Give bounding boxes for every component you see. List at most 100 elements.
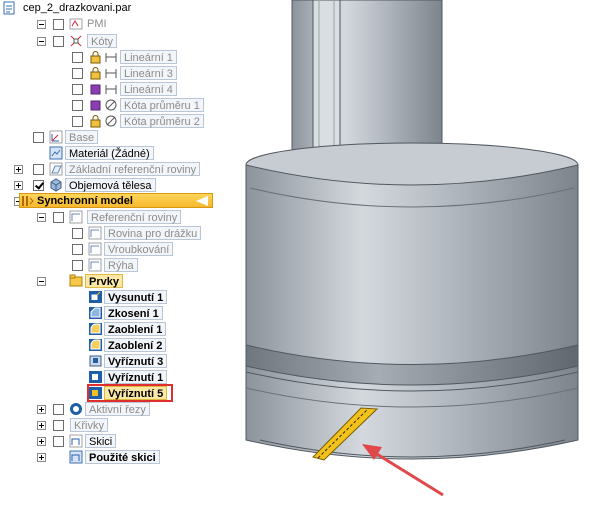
tree-item-dimension[interactable]: Kóta průměru 2 [0,113,230,129]
visibility-checkbox[interactable] [33,164,44,175]
chamfer-icon [89,307,102,319]
tree-item-features[interactable]: Prvky [0,273,200,289]
tree-item-label: Lineární 4 [120,82,177,96]
shaft-slot [312,0,341,160]
reference-plane-icon [49,162,63,176]
visibility-checkbox[interactable] [72,116,83,127]
tree-item-label: Base [65,130,99,144]
visibility-checkbox[interactable] [72,84,83,95]
visibility-checkbox[interactable] [72,260,83,271]
visibility-checkbox[interactable] [72,68,83,79]
tree-item-koty[interactable]: Kóty [0,33,200,49]
expand-toggle[interactable] [14,165,23,174]
visibility-checkbox[interactable] [72,244,83,255]
pathfinder-tree: cep_2_drazkovani.par PMI Kóty Lineární 1 [0,0,245,526]
tree-item-feature[interactable]: Zaoblení 1 [0,321,200,337]
tree-item-label: Zkosení 1 [104,306,163,320]
collapse-toggle[interactable] [37,37,46,46]
tree-item-label: Lineární 3 [120,66,177,80]
round-icon [89,339,102,351]
visibility-checkbox[interactable] [33,132,44,143]
tree-item-feature[interactable]: Vyříznutí 3 [0,353,200,369]
dimension-icon [105,85,117,94]
tree-item-sketches[interactable]: Skici [0,433,200,449]
material-icon [49,146,63,160]
visibility-checkbox[interactable] [72,228,83,239]
visibility-checkbox[interactable] [53,36,64,47]
tree-item-pmi[interactable]: PMI [0,16,200,32]
color-swatch-icon [90,100,101,111]
sketch-icon [69,434,83,448]
reference-plane-icon [88,258,102,272]
tree-item-label: Křivky [70,418,108,432]
visibility-checkbox[interactable] [53,404,64,415]
expand-toggle[interactable] [37,405,46,414]
tree-root-label: cep_2_drazkovani.par [23,2,132,14]
used-sketch-icon [69,450,83,464]
round-icon [89,323,102,335]
visibility-checkbox[interactable] [53,212,64,223]
tree-item-label: Aktivní řezy [85,402,150,416]
tree-root-row[interactable]: cep_2_drazkovani.par [0,0,200,16]
tree-item-label: Použité skici [85,450,160,464]
tree-item-plane[interactable]: Rovina pro drážku [0,225,230,241]
tree-item-material[interactable]: Materiál (Žádné) [0,145,200,161]
visibility-checkbox[interactable] [53,436,64,447]
diameter-dimension-icon [105,99,117,111]
tree-item-label: Vysunutí 1 [104,290,168,304]
visibility-checkbox[interactable] [53,420,64,431]
tree-item-label: Rovina pro drážku [104,226,202,240]
main-body [245,164,579,460]
tree-item-label: Vyříznutí 3 [104,354,168,368]
reference-plane-icon [69,210,83,224]
tree-item-active-sections[interactable]: Aktivní řezy [0,401,200,417]
expand-toggle[interactable] [37,453,46,462]
tree-item-feature[interactable]: Zaoblení 2 [0,337,200,353]
collapse-toggle[interactable] [37,213,46,222]
tree-item-ref-planes[interactable]: Referenční roviny [0,209,220,225]
model-viewport[interactable] [245,0,590,526]
diameter-dimension-icon [105,115,117,127]
tree-item-label: Vyříznutí 1 [104,370,168,384]
selection-highlight-box [87,384,173,402]
tree-item-label: Kóta průměru 2 [120,114,204,128]
tree-item-dimension[interactable]: Lineární 4 [0,81,220,97]
live-section-icon [70,403,82,415]
collapse-toggle[interactable] [37,20,46,29]
collapse-toggle[interactable] [37,277,46,286]
tree-item-used-sketches[interactable]: Použité skici [0,449,200,465]
part-file-icon [3,1,15,15]
tree-item-label: Lineární 1 [120,50,177,64]
expand-toggle[interactable] [37,421,46,430]
tree-item-label: Objemová tělesa [65,178,156,192]
tree-item-feature[interactable]: Zkosení 1 [0,305,200,321]
tree-item-dimension[interactable]: Lineární 1 [0,49,220,65]
expand-toggle[interactable] [14,181,23,190]
solid-body-icon [50,178,62,192]
pmi-icon [69,18,83,30]
visibility-checkbox[interactable] [72,100,83,111]
reference-plane-icon [88,242,102,256]
arrow-left-icon[interactable] [196,196,208,206]
lock-icon [90,67,101,80]
tree-item-dimension[interactable]: Kóta průměru 1 [0,97,230,113]
tree-item-label: Kóty [87,34,118,48]
tree-item-curves[interactable]: Křivky [0,417,200,433]
tree-item-label: Základní referenční roviny [65,162,201,176]
extrude-icon [89,291,102,303]
tree-item-base[interactable]: Base [0,129,200,145]
visibility-checkbox[interactable] [33,180,44,191]
tree-item-feature[interactable]: Vyříznutí 1 [0,369,200,385]
tree-item-bodies[interactable]: Objemová tělesa [0,177,200,193]
visibility-checkbox[interactable] [72,52,83,63]
tree-item-synchronous-model[interactable]: Synchronní model [0,193,215,209]
tree-item-plane[interactable]: Vroubkování [0,241,230,257]
dimension-icon [105,53,117,62]
tree-item-plane[interactable]: Rýha [0,257,230,273]
expand-toggle[interactable] [37,437,46,446]
tree-item-dimension[interactable]: Lineární 3 [0,65,220,81]
visibility-checkbox[interactable] [53,19,64,30]
tree-item-base-ref-planes[interactable]: Základní referenční roviny [0,161,220,177]
tree-item-feature[interactable]: Vysunutí 1 [0,289,200,305]
tree-item-label: Vroubkování [104,242,174,256]
